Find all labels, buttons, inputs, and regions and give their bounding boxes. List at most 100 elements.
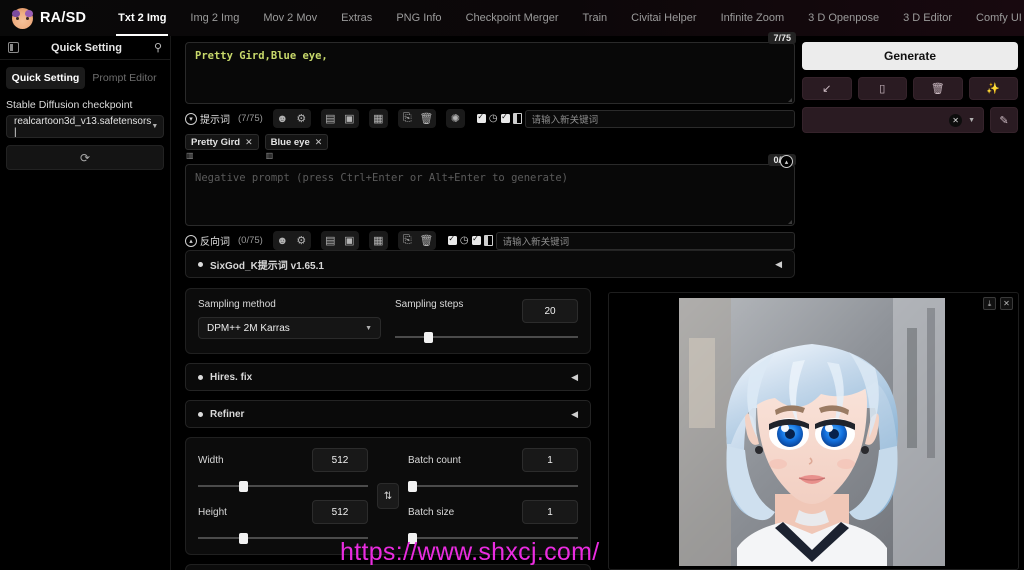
nav-item-comfy-ui[interactable]: Comfy UI	[964, 0, 1024, 36]
close-icon[interactable]: ✕	[245, 137, 253, 148]
bookmark-icon[interactable]: ▣	[340, 109, 359, 128]
generate-button[interactable]: Generate	[802, 42, 1018, 70]
sidebar-tab-prompt-editor[interactable]: Prompt Editor	[85, 67, 164, 89]
negative-toolbar: ▴ 反向词 (0/75) ☻ ⚙ ▤ ▣ ▦ ⎘ 🗑 ✓ ◷ ✓ 请输入新关键词	[185, 230, 795, 251]
slider-knob[interactable]	[238, 533, 248, 544]
emoji-icon[interactable]: ☻	[273, 231, 292, 250]
nav-item-civitai-helper[interactable]: Civitai Helper	[619, 0, 708, 36]
negative-keyword-input[interactable]: 请输入新关键词	[495, 231, 795, 250]
hires-fix-header[interactable]: Hires. fix ◀	[185, 363, 591, 391]
batch-count-value[interactable]: 1	[522, 448, 578, 472]
paste-style-icon[interactable]: ▤	[321, 231, 340, 250]
keyword-checkbox-1[interactable]	[447, 234, 457, 245]
prompt-keyword-input[interactable]: 请输入新关键词	[524, 109, 795, 128]
slider-knob[interactable]	[424, 332, 434, 343]
trash-icon[interactable]: 🗑	[417, 109, 436, 128]
nav-item-infinite-zoom[interactable]: Infinite Zoom	[709, 0, 797, 36]
emoji-icon[interactable]: ☻	[273, 109, 292, 128]
arrow-down-left-icon[interactable]: ↙	[802, 77, 852, 100]
prompt-tool-group-5: ✺	[445, 109, 465, 128]
nav-item-txt-2-img[interactable]: Txt 2 Img	[106, 0, 178, 36]
width-row: Width 512	[198, 448, 368, 472]
nav-item-png-info[interactable]: PNG Info	[384, 0, 453, 36]
keyword-checkbox-1[interactable]	[476, 112, 486, 123]
grid-cards-icon[interactable]: ▦	[369, 231, 388, 250]
swap-icon[interactable]: ▥	[265, 151, 329, 160]
keyword-checkbox-2[interactable]	[500, 112, 510, 123]
clock-icon[interactable]: ◷	[489, 113, 498, 124]
height-value[interactable]: 512	[312, 500, 368, 524]
prompt-tag-chip[interactable]: Pretty Gird ✕	[185, 134, 259, 150]
prompt-toolbar-title[interactable]: ▾ 提示词	[185, 111, 230, 126]
refiner-header[interactable]: Refiner ◀	[185, 400, 591, 428]
keyword-checkbox-2[interactable]	[471, 234, 481, 245]
magic-wand-icon[interactable]: ✨	[968, 77, 1018, 100]
settings-gear-icon[interactable]: ⚙	[292, 109, 311, 128]
nav-item-extras[interactable]: Extras	[329, 0, 384, 36]
panel-icon[interactable]	[483, 235, 493, 246]
clock-icon[interactable]: ◷	[460, 235, 469, 246]
paste-style-icon[interactable]: ▤	[321, 109, 340, 128]
styles-select[interactable]: ✕ ▼	[802, 107, 984, 133]
nav-item-img-2-img[interactable]: Img 2 Img	[178, 0, 251, 36]
pin-icon[interactable]: ⚲	[154, 41, 162, 54]
settings-gear-icon[interactable]: ⚙	[292, 231, 311, 250]
panel-collapse-icon[interactable]	[8, 42, 19, 53]
nav-item-3-d-editor[interactable]: 3 D Editor	[891, 0, 964, 36]
edit-styles-button[interactable]: ✎	[990, 107, 1018, 133]
bookmark-icon[interactable]: ▣	[340, 231, 359, 250]
chevron-up-circle-icon[interactable]: ▴	[780, 155, 793, 168]
collapse-arrow-icon[interactable]: ◀	[775, 259, 782, 270]
grid-cards-icon[interactable]: ▦	[369, 109, 388, 128]
sampling-method-field: Sampling method DPM++ 2M Karras ▼	[198, 299, 381, 339]
batch-group: Batch count 1 Batch size 1	[408, 448, 578, 544]
nav-item-train[interactable]: Train	[571, 0, 620, 36]
nav-item-mov-2-mov[interactable]: Mov 2 Mov	[251, 0, 329, 36]
width-slider[interactable]	[198, 480, 368, 492]
collapse-arrow-icon[interactable]: ◀	[571, 372, 578, 383]
slider-knob[interactable]	[238, 481, 248, 492]
sampling-method-select[interactable]: DPM++ 2M Karras ▼	[198, 317, 381, 339]
nav-item-3-d-openpose[interactable]: 3 D Openpose	[796, 0, 891, 36]
swap-vertical-icon[interactable]: ⇅	[377, 483, 399, 509]
collapse-arrow-icon[interactable]: ◀	[571, 409, 578, 420]
sixgod-accordion[interactable]: SixGod_K提示词 v1.65.1 ◀	[185, 250, 795, 278]
swap-icon[interactable]: ▥	[185, 151, 259, 160]
prompt-tag-label: Blue eye	[270, 136, 310, 148]
width-value[interactable]: 512	[312, 448, 368, 472]
negative-textarea[interactable]: 0/75 Negative prompt (press Ctrl+Enter o…	[185, 154, 796, 226]
trash-icon[interactable]: 🗑	[417, 231, 436, 250]
copy-icon[interactable]: ⎘	[398, 231, 417, 250]
status-dot-icon	[198, 374, 203, 380]
nav-item-checkpoint-merger[interactable]: Checkpoint Merger	[454, 0, 571, 36]
prompt-textarea[interactable]: 7/75 Pretty Gird,Blue eye,	[185, 32, 796, 104]
sampling-steps-slider[interactable]	[395, 331, 578, 343]
hires-fix-label-group: Hires. fix	[198, 372, 252, 383]
refiner-accordion[interactable]: Refiner ◀	[185, 400, 591, 428]
copy-icon[interactable]: ⎘	[398, 109, 417, 128]
slider-knob[interactable]	[408, 481, 417, 492]
sampling-steps-value[interactable]: 20	[522, 299, 578, 323]
close-icon[interactable]: ✕	[315, 137, 323, 148]
negative-toolbar-title[interactable]: ▴ 反向词	[185, 233, 230, 248]
clipboard-icon[interactable]: ▯	[857, 77, 907, 100]
batch-size-value[interactable]: 1	[522, 500, 578, 524]
main-content: 7/75 Pretty Gird,Blue eye, ▾ 提示词 (7/75) …	[171, 32, 1024, 570]
checkpoint-select[interactable]: realcartoon3d_v13.safetensors | ▼	[6, 115, 164, 138]
trash-icon[interactable]: 🗑	[913, 77, 963, 100]
close-icon[interactable]: ✕	[1000, 297, 1013, 310]
globe-icon[interactable]: ✺	[446, 109, 465, 128]
sidebar-tab-quick-setting[interactable]: Quick Setting	[6, 67, 85, 89]
resize-handle-icon[interactable]	[788, 220, 792, 224]
prompt-token-counter: 7/75	[768, 32, 796, 44]
hires-fix-accordion[interactable]: Hires. fix ◀	[185, 363, 591, 391]
sixgod-accordion-header[interactable]: SixGod_K提示词 v1.65.1 ◀	[185, 250, 795, 278]
refresh-checkpoints-button[interactable]: ⟳	[6, 145, 164, 170]
prompt-tag-chip[interactable]: Blue eye ✕	[264, 134, 329, 150]
resize-handle-icon[interactable]	[788, 98, 792, 102]
panel-icon[interactable]	[512, 113, 522, 124]
generated-image[interactable]	[679, 298, 945, 566]
close-circle-icon[interactable]: ✕	[949, 113, 963, 127]
batch-count-slider[interactable]	[408, 480, 578, 492]
download-icon[interactable]: ⤓	[983, 297, 996, 310]
